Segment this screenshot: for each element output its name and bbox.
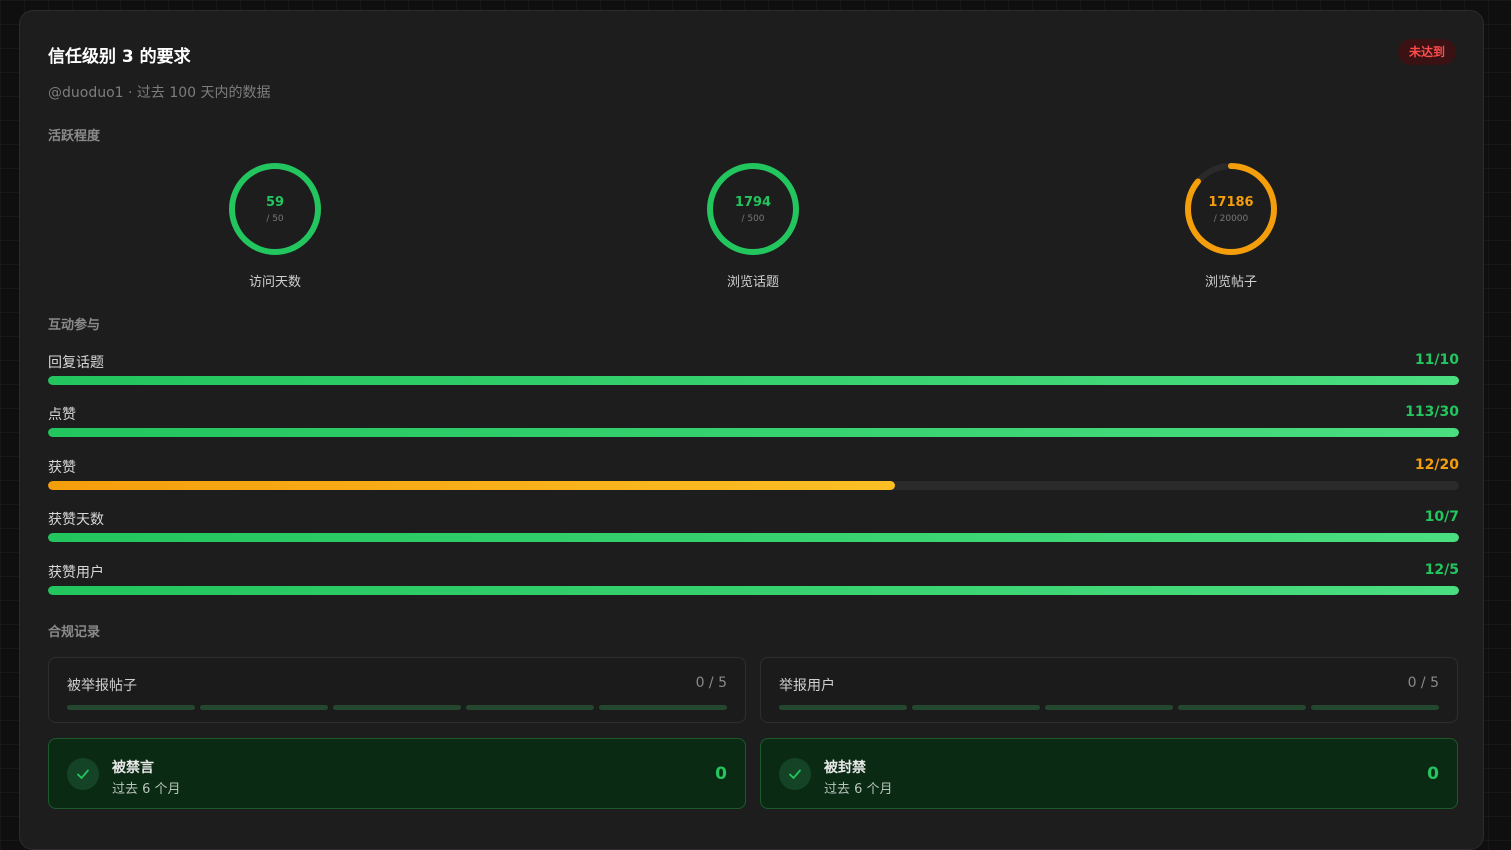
segment	[466, 705, 594, 710]
posts-viewed-label: 浏览帖子	[1204, 275, 1257, 290]
suspended-title: 被封禁	[824, 760, 866, 776]
progress-replies: 回复话题 11/10	[48, 352, 1459, 392]
progress-label: 获赞天数	[48, 512, 104, 528]
reported-posts-box: 被举报帖子 0 / 5	[48, 657, 746, 723]
topics-viewed-ring: 1794 / 500	[705, 161, 801, 257]
reported-users-segments	[779, 705, 1439, 710]
section-label-activity: 活跃程度	[48, 129, 101, 144]
check-icon	[779, 758, 811, 790]
progress-fill	[48, 533, 1459, 542]
progress-likes-received: 获赞 12/20	[48, 457, 1459, 497]
visit-days-label: 访问天数	[248, 275, 301, 290]
check-icon	[67, 758, 99, 790]
segment	[1311, 705, 1439, 710]
progress-track	[48, 586, 1459, 595]
status-badge: 未达到	[1397, 39, 1456, 65]
progress-fill	[48, 586, 1459, 595]
progress-track	[48, 428, 1459, 437]
progress-liked-users: 获赞用户 12/5	[48, 562, 1459, 602]
silenced-subtitle: 过去 6 个月	[112, 782, 181, 797]
silenced-status: 被禁言 过去 6 个月 0	[48, 738, 746, 809]
segment	[779, 705, 907, 710]
reported-posts-label: 被举报帖子	[67, 678, 137, 694]
suspended-subtitle: 过去 6 个月	[824, 782, 893, 797]
topics-viewed-value: 1794	[734, 195, 772, 210]
segment	[333, 705, 461, 710]
section-label-engagement: 互动参与	[48, 318, 101, 333]
progress-label: 获赞用户	[48, 565, 104, 581]
progress-label: 点赞	[48, 407, 76, 423]
progress-fill	[48, 481, 895, 490]
visit-days-max: / 50	[266, 214, 284, 224]
progress-track	[48, 533, 1459, 542]
reported-users-value: 0 / 5	[1407, 675, 1439, 691]
reported-posts-segments	[67, 705, 727, 710]
reported-users-box: 举报用户 0 / 5	[760, 657, 1458, 723]
reported-users-label: 举报用户	[779, 678, 835, 694]
progress-label: 获赞	[48, 460, 76, 476]
visit-days-ring: 59 / 50	[227, 161, 323, 257]
segment	[67, 705, 195, 710]
card-subtitle: @duoduo1 · 过去 100 天内的数据	[48, 85, 271, 101]
segment	[200, 705, 328, 710]
card-title: 信任级别 3 的要求	[48, 47, 191, 67]
progress-fill	[48, 428, 1459, 437]
segment	[912, 705, 1040, 710]
silenced-count: 0	[715, 764, 727, 784]
suspended-count: 0	[1427, 764, 1439, 784]
suspended-status: 被封禁 过去 6 个月 0	[760, 738, 1458, 809]
progress-liked-days: 获赞天数 10/7	[48, 509, 1459, 549]
posts-viewed-value: 17186	[1208, 195, 1254, 210]
reported-posts-value: 0 / 5	[695, 675, 727, 691]
topics-viewed-label: 浏览话题	[726, 275, 779, 290]
posts-viewed-max: / 20000	[1213, 214, 1249, 224]
silenced-title: 被禁言	[112, 760, 154, 776]
progress-value: 12/5	[1424, 562, 1459, 578]
progress-track	[48, 481, 1459, 490]
progress-value: 113/30	[1405, 404, 1459, 420]
topics-viewed-max: / 500	[741, 214, 765, 224]
segment	[1178, 705, 1306, 710]
segment	[1045, 705, 1173, 710]
progress-track	[48, 376, 1459, 385]
progress-value: 11/10	[1414, 352, 1459, 368]
trust-level-card: 信任级别 3 的要求 未达到 @duoduo1 · 过去 100 天内的数据 活…	[19, 10, 1484, 850]
progress-value: 12/20	[1414, 457, 1459, 473]
posts-viewed-ring: 17186 / 20000	[1183, 161, 1279, 257]
progress-fill	[48, 376, 1459, 385]
segment	[599, 705, 727, 710]
progress-label: 回复话题	[48, 355, 104, 371]
visit-days-value: 59	[265, 195, 285, 210]
progress-likes-given: 点赞 113/30	[48, 404, 1459, 444]
progress-value: 10/7	[1424, 509, 1459, 525]
section-label-compliance: 合规记录	[48, 625, 101, 640]
